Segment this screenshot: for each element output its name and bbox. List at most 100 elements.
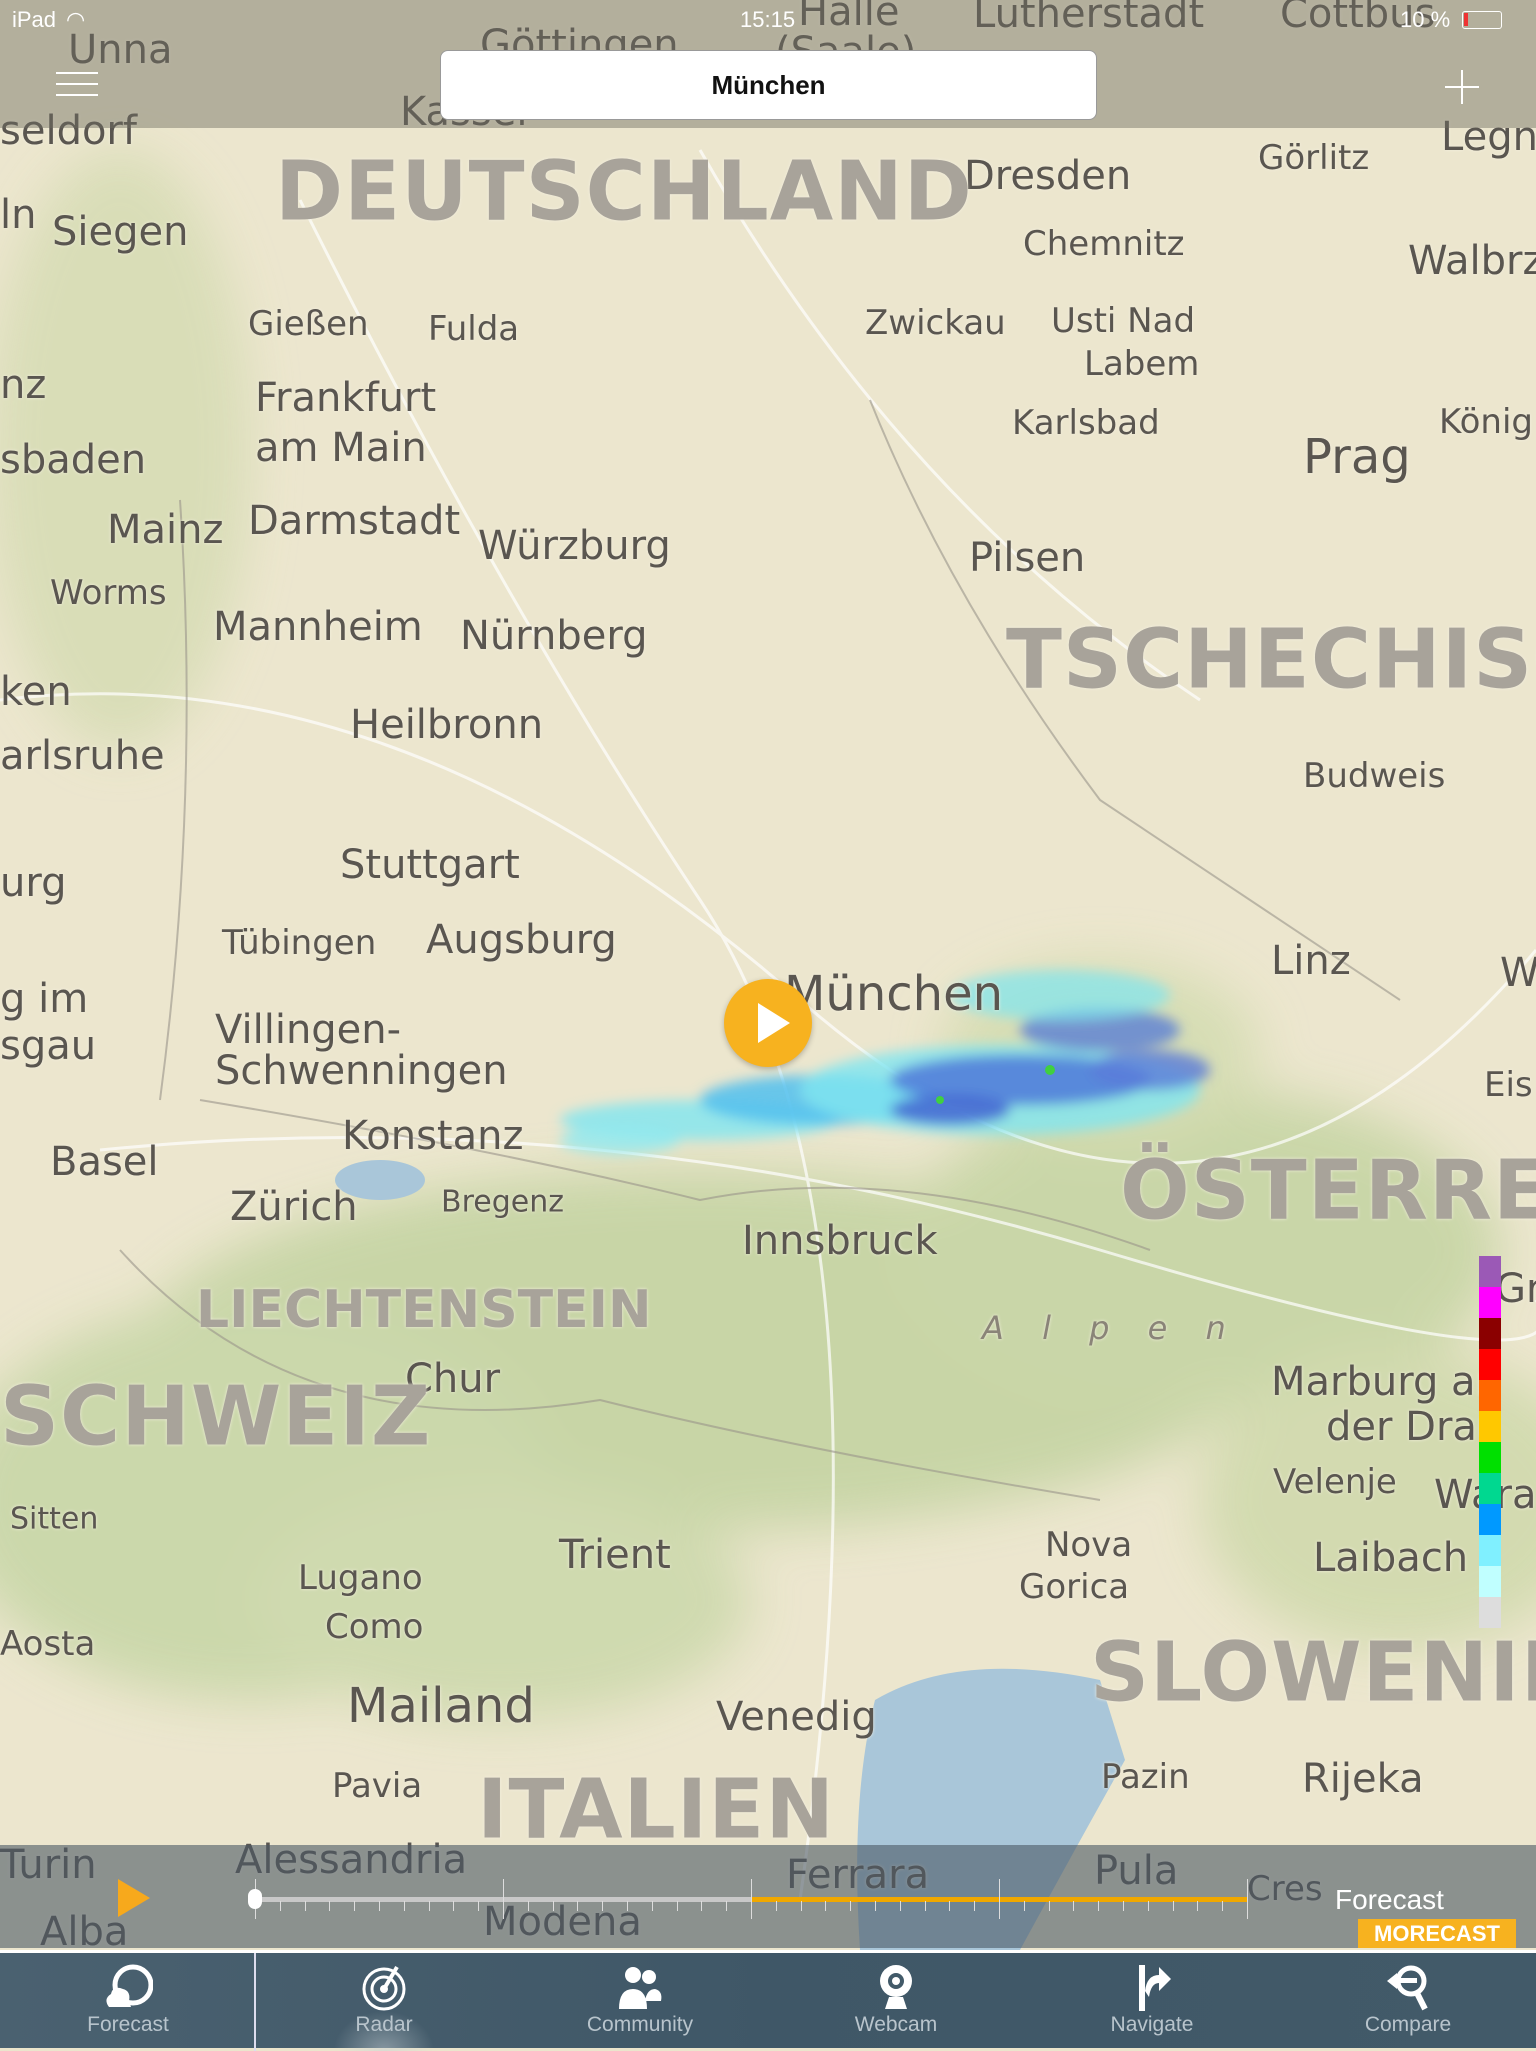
timeline-tick <box>379 1901 380 1911</box>
morecast-logo: MORECAST <box>1358 1919 1516 1948</box>
top-bar: iPad ◠ 15:15 10 % München <box>0 0 1536 128</box>
city-label: Dresden <box>964 153 1132 199</box>
map-play-button[interactable] <box>724 979 812 1067</box>
legend-swatch <box>1479 1256 1501 1287</box>
timeline-tick <box>1172 1901 1174 1911</box>
timeline-tick <box>850 1901 852 1911</box>
legend-swatch <box>1479 1287 1501 1318</box>
legend-swatch <box>1479 1411 1501 1442</box>
city-label: Lugano <box>298 1558 423 1598</box>
timeline-tick <box>527 1901 529 1911</box>
timeline-tick <box>1197 1901 1199 1911</box>
city-label: Innsbruck <box>742 1218 938 1264</box>
city-label: König <box>1439 402 1533 442</box>
timeline-tick <box>775 1901 777 1911</box>
city-label: Darmstadt <box>248 498 461 544</box>
city-label: am Main <box>255 425 427 471</box>
timeline-tick <box>453 1901 455 1911</box>
city-label: nz <box>0 362 47 408</box>
city-label: Chemnitz <box>1023 224 1185 264</box>
tab-radar[interactable]: Radar <box>256 1953 512 2051</box>
city-label: urg <box>0 860 67 906</box>
city-label: Como <box>325 1607 424 1647</box>
compare-icon <box>1383 1961 1433 2013</box>
forecast-icon <box>103 1961 154 2013</box>
city-label: Bregenz <box>441 1184 564 1220</box>
tab-forecast[interactable]: Forecast <box>0 1953 256 2051</box>
tab-label: Community <box>586 2013 694 2036</box>
timeline-tick <box>354 1901 356 1911</box>
tab-navigate[interactable]: Navigate <box>1024 1953 1280 2051</box>
legend-swatch <box>1479 1442 1501 1473</box>
timeline-tick <box>1098 1901 1100 1911</box>
city-label: Mainz <box>107 507 224 553</box>
timeline-play-icon[interactable] <box>118 1879 150 1917</box>
legend-swatch <box>1479 1380 1501 1411</box>
tab-webcam[interactable]: Webcam <box>768 1953 1024 2051</box>
city-label: Konstanz <box>342 1113 524 1159</box>
timeline-tick <box>602 1901 604 1911</box>
timeline-tick <box>924 1901 926 1911</box>
city-label: Marburg an <box>1271 1359 1501 1405</box>
tab-label: Webcam <box>854 2013 938 2036</box>
city-label: Laibach <box>1313 1535 1469 1581</box>
tab-label: Forecast <box>87 2013 169 2036</box>
city-label: Labem <box>1084 344 1200 384</box>
timeline-tick <box>1247 1879 1248 1919</box>
timeline-tick <box>974 1901 976 1911</box>
city-label: der Drau <box>1326 1404 1503 1450</box>
timeline-tick <box>999 1879 1000 1919</box>
country-label: TSCHECHISCH <box>1006 612 1536 708</box>
city-label: sbaden <box>0 437 147 483</box>
country-label: ÖSTERREIC <box>1120 1143 1536 1239</box>
timeline-tick <box>825 1901 827 1911</box>
forecast-label: Forecast <box>1335 1884 1444 1915</box>
city-label: Walbrz <box>1408 238 1536 284</box>
tab-compare[interactable]: Compare <box>1280 1953 1536 2051</box>
region-label-alps: A l p e n <box>982 1309 1240 1347</box>
timeline-tick <box>949 1901 951 1911</box>
timeline-tick <box>1048 1901 1050 1911</box>
navigate-icon <box>1127 1961 1177 2013</box>
country-label: SCHWEIZ <box>0 1369 432 1465</box>
legend-swatch <box>1479 1566 1501 1597</box>
timeline-tick <box>304 1901 306 1911</box>
webcam-icon <box>871 1961 921 2013</box>
timeline-slider-handle[interactable] <box>248 1889 262 1909</box>
timeline-tick <box>875 1901 876 1911</box>
country-label: ITALIEN <box>477 1762 835 1858</box>
city-label: Nova <box>1045 1525 1133 1565</box>
radar-map[interactable]: UnnaKasselGöttingen(Saale)HalleLuthersta… <box>0 0 1536 1950</box>
city-label: Görlitz <box>1258 138 1370 178</box>
location-search-field[interactable]: München <box>440 50 1097 120</box>
city-label: Linz <box>1271 938 1351 984</box>
city-label: Karlsbad <box>1012 403 1160 443</box>
community-icon <box>615 1961 665 2013</box>
country-label: SLOWENIEN <box>1090 1625 1536 1721</box>
city-label: Pavia <box>332 1766 423 1806</box>
city-label: Heilbronn <box>350 702 544 748</box>
timeline-tick <box>1023 1901 1025 1911</box>
wifi-icon: ◠ <box>66 7 86 32</box>
city-label: Trient <box>559 1532 671 1578</box>
city-label: Gr <box>1495 1266 1536 1312</box>
add-location-icon[interactable] <box>1445 70 1479 104</box>
timeline-tick <box>676 1901 678 1911</box>
city-label: Mannheim <box>213 604 423 650</box>
menu-icon[interactable] <box>56 72 98 100</box>
timeline-tick <box>1073 1901 1075 1911</box>
timeline-tick <box>279 1901 281 1911</box>
city-label: Würzburg <box>478 523 671 569</box>
timeline-tick <box>403 1901 405 1911</box>
city-label: Siegen <box>52 209 189 255</box>
city-label: ken <box>0 669 72 715</box>
city-label: Venedig <box>716 1694 877 1740</box>
city-label: München <box>784 966 1004 1022</box>
tab-label: Compare <box>1364 2013 1452 2036</box>
city-label: Prag <box>1303 429 1411 485</box>
city-label: Pazin <box>1101 1757 1190 1797</box>
city-label: Fulda <box>428 309 520 349</box>
city-label: Worms <box>50 573 167 613</box>
timeline-tick <box>1123 1901 1124 1911</box>
tab-community[interactable]: Community <box>512 1953 768 2051</box>
